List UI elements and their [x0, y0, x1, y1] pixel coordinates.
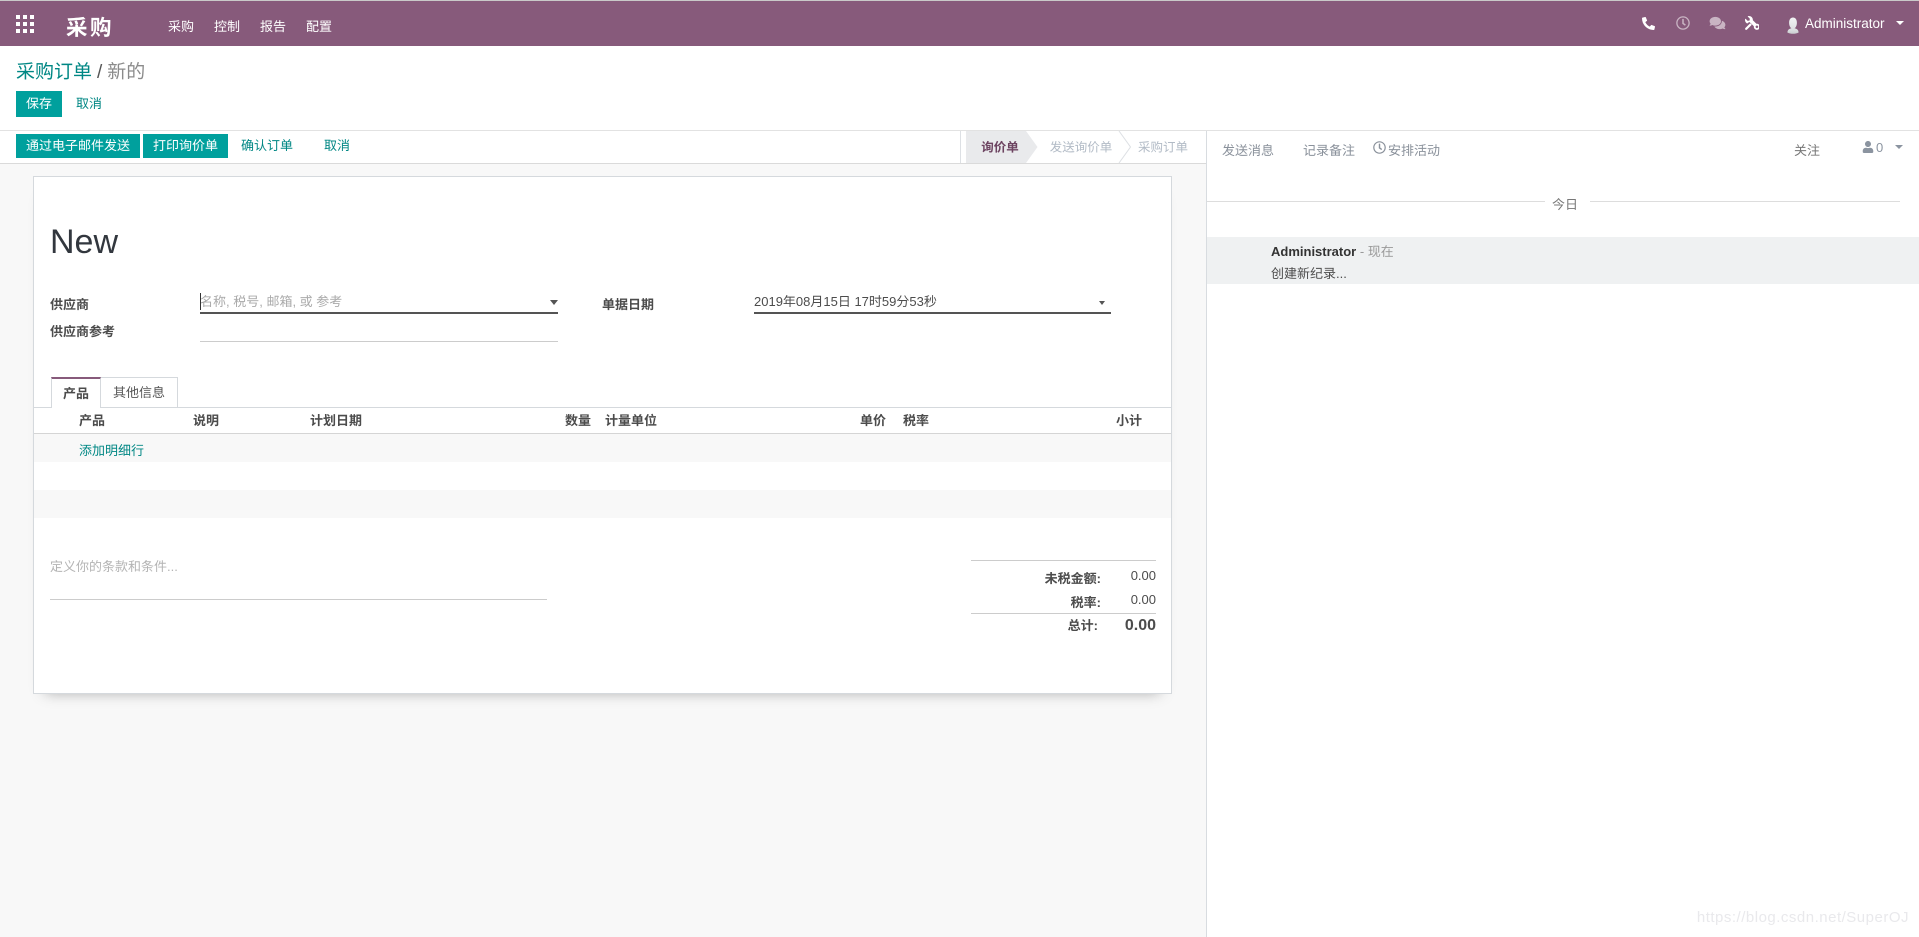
svg-text:询价单: 询价单 [981, 141, 1019, 155]
svg-text:发送询价单: 发送询价单 [1050, 141, 1113, 155]
svg-text:采购订单: 采购订单 [1138, 141, 1188, 155]
